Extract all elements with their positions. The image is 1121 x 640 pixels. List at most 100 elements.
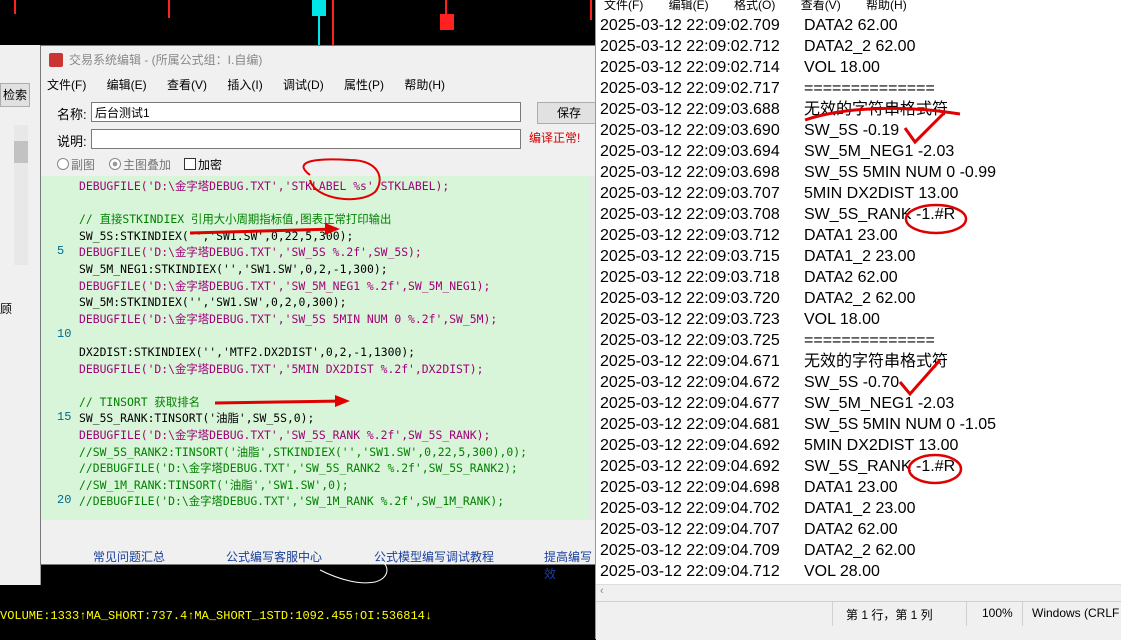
code-editor[interactable]: 5 10 15 20 DEBUGFILE('D:\金字塔DEBUG.TXT','STK… xyxy=(41,176,597,520)
log-message: SW_5M_NEG1 -2.03 xyxy=(804,143,955,160)
radio-main-overlay[interactable]: 主图叠加 xyxy=(109,156,171,173)
log-timestamp: 2025-03-12 22:09:03.725 xyxy=(600,332,780,349)
notepad-menubar: 文件(F) 编辑(E) 格式(O) 查看(V) 帮助(H) xyxy=(596,0,1121,12)
link-service-center[interactable]: 公式编写客服中心 xyxy=(226,548,322,565)
notepad-statusbar: 第 1 行，第 1 列 100% Windows (CRLF xyxy=(596,601,1121,640)
log-timestamp: 2025-03-12 22:09:03.712 xyxy=(600,227,780,244)
horizontal-scrollbar[interactable]: ‹ xyxy=(596,584,1121,602)
line-number: 10 xyxy=(57,327,72,342)
log-message: 无效的字符串格式符 xyxy=(804,101,949,118)
menu-insert[interactable]: 插入(I) xyxy=(227,78,262,92)
code-line: DX2DIST:STKINDIEX('','MTF2.DX2DIST',0,2,… xyxy=(79,345,416,359)
menu-help[interactable]: 帮助(H) xyxy=(404,78,445,92)
code-line: SW_5S:STKINDIEX('','SW1.SW',0,22,5,300); xyxy=(79,228,354,243)
divider xyxy=(966,602,967,626)
log-message: VOL 28.00 xyxy=(804,563,880,580)
code-line: SW_5M_NEG1:STKINDIEX('','SW1.SW',0,2,-1,… xyxy=(79,262,388,276)
menu-file[interactable]: 文件(F) xyxy=(47,78,86,92)
code-line: SW_5S_RANK:TINSORT('油脂',SW_5S,0); xyxy=(79,411,315,426)
menu-edit[interactable]: 编辑(E) xyxy=(107,78,147,92)
indicator-values: VOLUME:1333↑MA_SHORT:737.4↑MA_SHORT_1STD… xyxy=(0,609,433,623)
log-timestamp: 2025-03-12 22:09:04.677 xyxy=(600,395,780,412)
link-efficiency[interactable]: 提高编写效 xyxy=(544,548,597,582)
chart-strip xyxy=(0,0,600,45)
np-menu-view[interactable]: 查看(V) xyxy=(801,0,841,12)
log-timestamp: 2025-03-12 22:09:04.709 xyxy=(600,542,780,559)
app-icon xyxy=(49,53,63,67)
help-links-bar: 常见问题汇总 公式编写客服中心 公式模型编写调试教程 提高编写效 xyxy=(41,524,597,581)
candle xyxy=(332,0,334,45)
log-timestamp: 2025-03-12 22:09:04.692 xyxy=(600,458,780,475)
np-menu-help[interactable]: 帮助(H) xyxy=(866,0,907,12)
log-message: DATA2_2 62.00 xyxy=(804,38,916,55)
log-timestamp: 2025-03-12 22:09:03.707 xyxy=(600,185,780,202)
log-timestamp: 2025-03-12 22:09:02.714 xyxy=(600,59,780,76)
np-menu-format[interactable]: 格式(O) xyxy=(734,0,775,12)
divider xyxy=(832,602,833,626)
checkbox-box xyxy=(184,158,196,170)
link-faq[interactable]: 常见问题汇总 xyxy=(93,548,165,565)
link-tutorial[interactable]: 公式模型编写调试教程 xyxy=(374,548,494,565)
notepad-window: 文件(F) 编辑(E) 格式(O) 查看(V) 帮助(H) 2025-03-12… xyxy=(595,0,1121,640)
cursor-position: 第 1 行，第 1 列 xyxy=(846,608,933,622)
left-panel: 检索 顾 › xyxy=(0,45,44,585)
search-button[interactable]: 检索 xyxy=(0,83,30,107)
scroll-left-icon[interactable]: ‹ xyxy=(600,585,604,597)
compile-status: 编译正常! xyxy=(529,131,581,145)
log-message: SW_5S 5MIN NUM 0 -0.99 xyxy=(804,164,997,181)
log-message: SW_5S 5MIN NUM 0 -1.05 xyxy=(804,416,997,433)
editor-title: 交易系统编辑 - (所属公式组：I.自编) xyxy=(69,53,263,67)
code-line: SW_5M:STKINDIEX('','SW1.SW',0,2,0,300); xyxy=(79,295,347,310)
log-timestamp: 2025-03-12 22:09:04.698 xyxy=(600,479,780,496)
log-message: SW_5S_RANK -1.#R xyxy=(804,206,956,223)
code-line: // TINSORT 获取排名 xyxy=(79,394,200,409)
scrollbar[interactable] xyxy=(14,125,28,265)
line-number: 15 xyxy=(57,410,72,425)
name-label: 名称: xyxy=(57,107,87,122)
notepad-text-area[interactable]: 2025-03-12 22:09:02.709 DATA2 62.00 2025-0… xyxy=(600,12,1121,584)
chart-indicator-status: VOLUME:1333↑MA_SHORT:737.4↑MA_SHORT_1STD… xyxy=(0,604,600,639)
log-message: 无效的字符串格式符 xyxy=(804,353,949,370)
log-timestamp: 2025-03-12 22:09:02.717 xyxy=(600,80,780,97)
np-menu-edit[interactable]: 编辑(E) xyxy=(669,0,709,12)
code-line: //DEBUGFILE('D:\金字塔DEBUG.TXT','SW_5S_RAN… xyxy=(79,461,518,476)
log-timestamp: 2025-03-12 22:09:03.688 xyxy=(600,101,780,118)
log-timestamp: 2025-03-12 22:09:04.671 xyxy=(600,353,780,370)
code-line: //SW_1M_RANK:TINSORT('油脂','SW1.SW',0); xyxy=(79,477,349,492)
save-button[interactable]: 保存 xyxy=(537,102,601,124)
log-timestamp: 2025-03-12 22:09:04.712 xyxy=(600,563,780,580)
menu-properties[interactable]: 属性(P) xyxy=(344,78,384,92)
radio-subchart-label: 副图 xyxy=(71,158,96,172)
log-timestamp: 2025-03-12 22:09:03.690 xyxy=(600,122,780,139)
scrollbar-thumb[interactable] xyxy=(14,141,28,163)
candle xyxy=(14,0,16,14)
menu-view[interactable]: 查看(V) xyxy=(167,78,207,92)
log-message: VOL 18.00 xyxy=(804,311,880,328)
log-message: 5MIN DX2DIST 13.00 xyxy=(804,437,959,454)
log-timestamp: 2025-03-12 22:09:04.681 xyxy=(600,416,780,433)
name-field[interactable]: 后台测试1 xyxy=(91,102,521,122)
zoom-level: 100% xyxy=(982,606,1013,620)
radio-subchart[interactable]: 副图 xyxy=(57,156,95,173)
log-message: VOL 18.00 xyxy=(804,59,880,76)
description-field[interactable] xyxy=(91,129,521,149)
log-timestamp: 2025-03-12 22:09:04.672 xyxy=(600,374,780,391)
encrypt-checkbox[interactable]: 加密 xyxy=(184,156,222,173)
log-message: 5MIN DX2DIST 13.00 xyxy=(804,185,959,202)
log-message: DATA2_2 62.00 xyxy=(804,290,916,307)
log-timestamp: 2025-03-12 22:09:02.712 xyxy=(600,38,780,55)
line-number: 20 xyxy=(57,493,72,508)
menu-debug[interactable]: 调试(D) xyxy=(283,78,324,92)
log-timestamp: 2025-03-12 22:09:04.707 xyxy=(600,521,780,538)
np-menu-file[interactable]: 文件(F) xyxy=(604,0,643,12)
encrypt-label: 加密 xyxy=(198,158,223,172)
log-message: DATA1_2 23.00 xyxy=(804,500,916,517)
code-line: //DEBUGFILE('D:\金字塔DEBUG.TXT','SW_1M_RAN… xyxy=(79,494,505,509)
code-line: // 直接STKINDIEX 引用大小周期指标值,图表正常打印输出 xyxy=(79,212,392,227)
log-timestamp: 2025-03-12 22:09:03.718 xyxy=(600,269,780,286)
radio-circle xyxy=(57,158,69,170)
radio-main-overlay-label: 主图叠加 xyxy=(123,158,172,172)
log-message: DATA1_2 23.00 xyxy=(804,248,916,265)
code-line: DEBUGFILE('D:\金字塔DEBUG.TXT','SW_5S %.2f'… xyxy=(79,245,422,260)
line-number: 5 xyxy=(57,244,65,259)
